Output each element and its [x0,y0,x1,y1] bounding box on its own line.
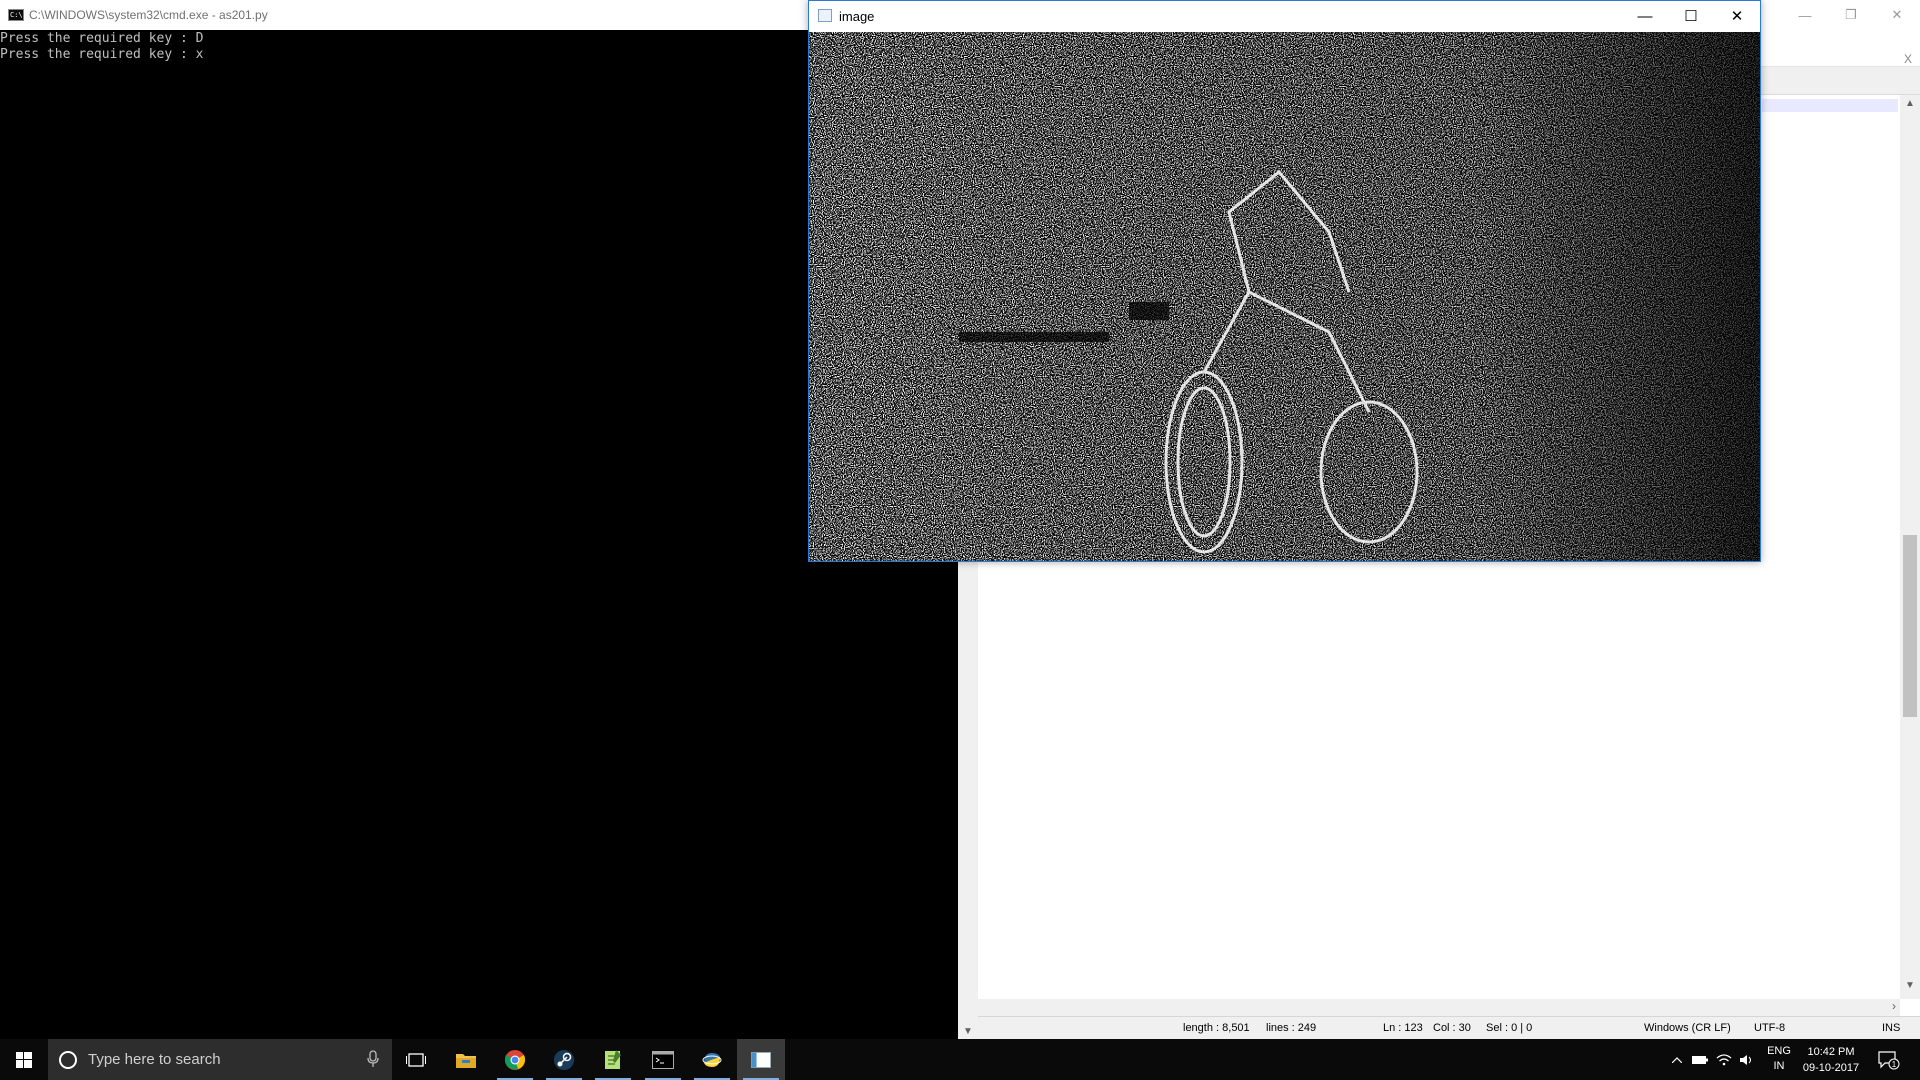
status-col: Col : 30 [1433,1022,1471,1034]
tray-language[interactable]: ENG IN [1764,1044,1794,1074]
editor-scroll-thumb[interactable] [1903,535,1917,717]
scroll-down-icon[interactable]: ▼ [1900,980,1920,996]
editor-doc-close-button[interactable]: X [1904,52,1912,66]
editor-window-controls: — ❐ ✕ [1782,0,1920,30]
tray-clock[interactable]: 10:42 PM 09-10-2017 [1798,1044,1864,1076]
window-app-icon [818,9,832,22]
image-window-icon [751,1051,771,1068]
taskbar-image-window[interactable] [737,1039,785,1080]
status-sel: Sel : 0 | 0 [1486,1022,1533,1034]
tray-overflow-button[interactable] [1668,1039,1686,1080]
status-encoding: UTF-8 [1754,1022,1786,1034]
notepadpp-icon [605,1049,621,1069]
tray-battery[interactable] [1690,1039,1710,1080]
edge-detection-image [809,32,1760,561]
image-window-controls: — ☐ ✕ [1622,1,1760,31]
windows-logo-icon [16,1051,32,1068]
taskbar-steam[interactable] [540,1039,588,1080]
editor-minimize-button[interactable]: — [1782,0,1828,30]
notification-icon: 1 [1878,1050,1900,1069]
wifi-icon [1716,1053,1732,1065]
taskbar-search-box[interactable]: Type here to search [48,1039,392,1080]
chevron-up-icon [1672,1056,1682,1063]
status-lines: lines : 249 [1266,1022,1317,1034]
taskbar-file-explorer[interactable] [442,1039,490,1080]
close-button[interactable]: ✕ [1714,1,1760,31]
cmd-icon [652,1050,674,1069]
language-code: ENG [1767,1045,1791,1057]
taskbar-cmd[interactable] [639,1039,687,1080]
battery-icon [1692,1055,1708,1064]
file-explorer-icon [456,1053,476,1068]
status-mode: INS [1882,1022,1901,1034]
status-eol: Windows (CR LF) [1644,1022,1731,1034]
scroll-down-icon[interactable]: ▼ [958,1026,978,1037]
console-title: C:\WINDOWS\system32\cmd.exe - as201.py [29,8,268,22]
taskbar: Type here to search ENG IN 10:42 PM 09-1… [0,1039,1920,1080]
clock-time: 10:42 PM [1807,1046,1855,1058]
task-view-button[interactable] [392,1039,440,1080]
editor-close-button[interactable]: ✕ [1874,0,1920,30]
editor-restore-button[interactable]: ❐ [1828,0,1874,30]
notification-count: 1 [1892,1060,1897,1069]
image-window: image — ☐ ✕ [808,0,1761,562]
image-titlebar: image — ☐ ✕ [809,1,1760,31]
minimize-button[interactable]: — [1622,1,1668,31]
python-icon [702,1052,722,1067]
status-length: length : 8,501 [1183,1022,1250,1034]
scroll-up-icon[interactable]: ▲ [1900,98,1920,114]
image-window-title: image [839,9,875,24]
task-view-icon [406,1052,426,1067]
action-center-button[interactable]: 1 [1872,1039,1906,1080]
editor-vertical-scrollbar[interactable]: ▲ ▼ [1900,95,1920,999]
taskbar-python[interactable] [688,1039,736,1080]
editor-horizontal-scrollbar[interactable]: › [978,999,1900,1016]
cmd-icon: C:\ [8,9,24,21]
cortana-icon [59,1051,77,1069]
start-button[interactable] [0,1039,48,1080]
tray-volume[interactable] [1737,1039,1757,1080]
speaker-icon [1740,1054,1752,1065]
maximize-button[interactable]: ☐ [1668,1,1714,31]
tray-wifi[interactable] [1714,1039,1734,1080]
region-code: IN [1773,1060,1785,1072]
status-ln: Ln : 123 [1383,1022,1423,1034]
microphone-icon[interactable] [366,1050,380,1068]
steam-icon [554,1049,574,1070]
chrome-icon [504,1049,526,1070]
search-placeholder: Type here to search [88,1051,221,1068]
editor-current-line-highlight [1762,99,1898,112]
edge-image-noise [809,32,1760,561]
editor-statusbar: length : 8,501 lines : 249 Ln : 123 Col … [978,1016,1920,1040]
scroll-right-icon[interactable]: › [1892,999,1896,1013]
clock-date: 09-10-2017 [1802,1062,1860,1074]
taskbar-notepadpp[interactable] [589,1039,637,1080]
taskbar-chrome[interactable] [491,1039,539,1080]
